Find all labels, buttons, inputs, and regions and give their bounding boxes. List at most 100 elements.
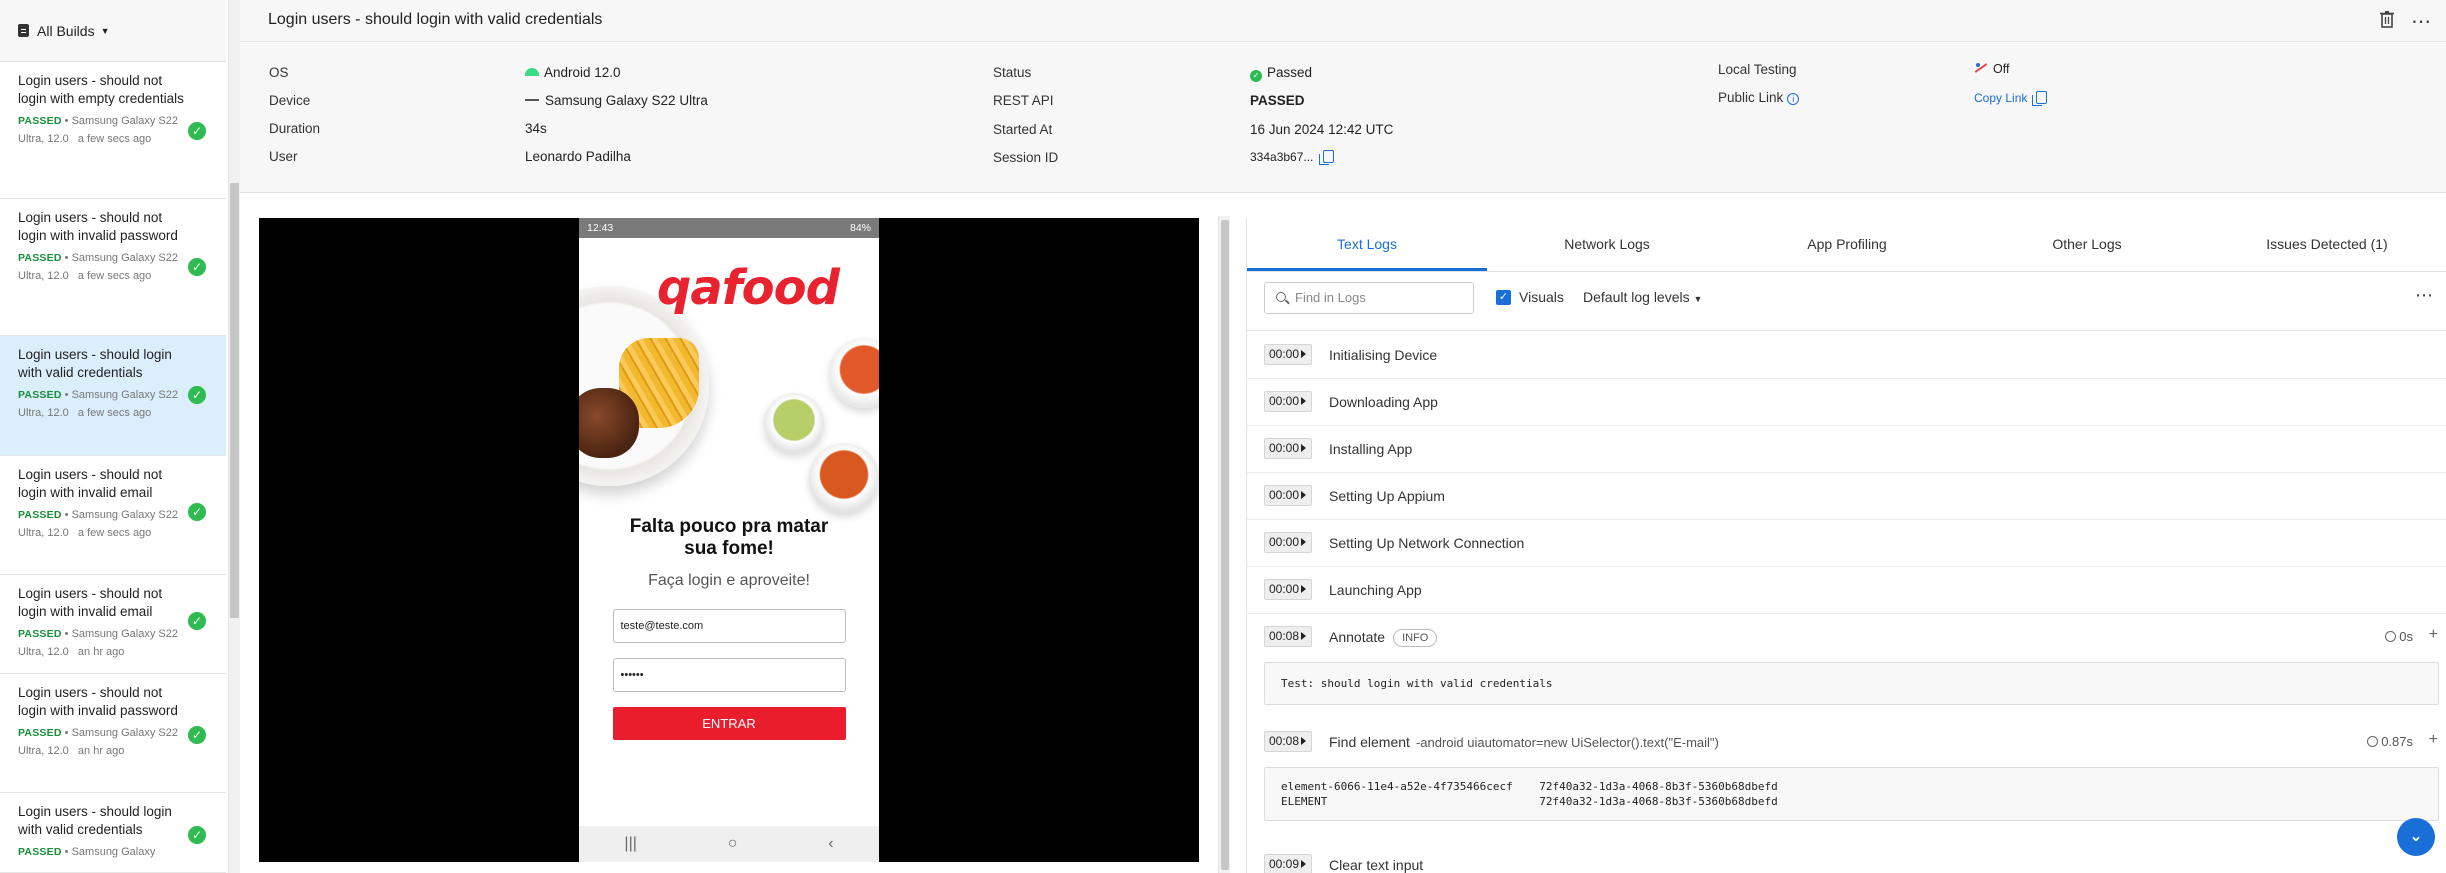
log-row[interactable]: 00:00 Launching App xyxy=(1247,567,2446,614)
video-scrollbar[interactable] xyxy=(1218,216,1230,873)
document-icon xyxy=(18,24,29,37)
video-scroll-thumb[interactable] xyxy=(1221,220,1229,870)
trash-icon[interactable] xyxy=(2379,10,2395,28)
passed-check-icon: ✓ xyxy=(188,258,206,276)
timestamp-button[interactable]: 00:00 xyxy=(1264,485,1312,506)
list-item[interactable]: Login users - should login with valid cr… xyxy=(0,793,226,873)
tab-app-profiling[interactable]: App Profiling xyxy=(1727,218,1967,271)
passed-check-icon: ✓ xyxy=(188,386,206,404)
log-text: Find element -android uiautomator=new UiS… xyxy=(1329,734,1719,750)
list-item[interactable]: Login users - should not login with inva… xyxy=(0,456,226,575)
scroll-to-bottom-button[interactable]: ⌄ xyxy=(2397,818,2435,856)
log-row[interactable]: 00:00 Setting Up Appium xyxy=(1247,473,2446,520)
log-text: Installing App xyxy=(1329,441,1413,457)
rest-api-value: PASSED xyxy=(1250,93,1305,108)
timestamp-button[interactable]: 00:09 xyxy=(1264,854,1312,873)
device-value-text: Samsung Galaxy S22 Ultra xyxy=(545,93,708,108)
timestamp-button[interactable]: 00:00 xyxy=(1264,344,1312,365)
status-badge: PASSED xyxy=(18,628,62,640)
duration: 0s xyxy=(2385,629,2413,644)
copy-link-button[interactable]: Copy Link xyxy=(1974,91,2048,106)
list-item[interactable]: Login users - should not login with inva… xyxy=(0,674,226,793)
timestamp-button[interactable]: 00:00 xyxy=(1264,579,1312,600)
log-row-find-element[interactable]: 00:08 Find element -android uiautomator=n… xyxy=(1247,719,2446,842)
timestamp-button[interactable]: 00:00 xyxy=(1264,532,1312,553)
timestamp-button[interactable]: 00:00 xyxy=(1264,391,1312,412)
list-item[interactable]: Login users - should not login with empt… xyxy=(0,62,226,199)
passed-check-icon: ✓ xyxy=(188,612,206,630)
back-icon[interactable]: ‹ xyxy=(828,835,833,853)
builds-filter[interactable]: All Builds ▼ xyxy=(0,0,226,62)
list-item[interactable]: Login users - should not login with inva… xyxy=(0,199,226,336)
list-item[interactable]: Login users - should not login with inva… xyxy=(0,575,226,674)
log-row[interactable]: 00:00 Downloading App xyxy=(1247,379,2446,426)
recents-icon[interactable]: ||| xyxy=(624,835,636,853)
password-field[interactable]: •••••• xyxy=(612,658,846,692)
session-details: OS Android 12.0 Device Samsung Galaxy S2… xyxy=(240,43,2446,193)
device-label: Device xyxy=(269,93,311,108)
tab-issues-detected[interactable]: Issues Detected (1) xyxy=(2207,218,2446,271)
tab-network-logs[interactable]: Network Logs xyxy=(1487,218,1727,271)
device-status-bar: 12:43 84% xyxy=(579,218,879,238)
log-text: Setting Up Appium xyxy=(1329,488,1445,504)
timestamp-button[interactable]: 00:08 xyxy=(1264,731,1312,752)
search-input[interactable]: Find in Logs xyxy=(1264,282,1474,314)
sidebar: All Builds ▼ Login users - should not lo… xyxy=(0,0,240,873)
expand-icon[interactable]: + xyxy=(2429,626,2438,644)
find-element-label: Find element xyxy=(1329,734,1410,750)
email-field[interactable]: teste@teste.com xyxy=(612,609,846,643)
visuals-checkbox[interactable]: ✓ xyxy=(1496,290,1511,305)
app-headline: Falta pouco pra matar sua fome! xyxy=(629,516,829,559)
list-item[interactable]: Login users - should login with valid cr… xyxy=(0,336,226,456)
log-text: Initialising Device xyxy=(1329,347,1438,363)
more-options-icon[interactable]: ⋯ xyxy=(2411,9,2432,34)
local-testing-icon xyxy=(1974,62,1988,74)
clock-icon xyxy=(2385,631,2397,642)
log-levels-dropdown[interactable]: Default log levels ▼ xyxy=(1583,289,1702,305)
more-options-icon[interactable]: ⋯ xyxy=(2415,285,2433,306)
tab-other-logs[interactable]: Other Logs xyxy=(1967,218,2207,271)
duration-label: Duration xyxy=(269,121,321,136)
sidebar-scroll-thumb[interactable] xyxy=(230,183,239,618)
copy-icon[interactable] xyxy=(1319,150,1335,165)
expand-icon[interactable]: + xyxy=(2429,731,2438,749)
local-testing-label: Local Testing xyxy=(1718,62,1797,77)
session-id-text: 334a3b67... xyxy=(1250,150,1314,164)
session-time: an hr ago xyxy=(77,646,125,658)
log-text: Launching App xyxy=(1329,582,1422,598)
duration-text: 0s xyxy=(2399,629,2413,644)
log-levels-label: Default log levels xyxy=(1583,289,1690,305)
log-row-annotate[interactable]: 00:08 Annotate INFO 0s + Test: should log… xyxy=(1247,614,2446,719)
status-badge: PASSED xyxy=(18,115,62,127)
android-nav-bar: ||| ○ ‹ xyxy=(579,826,879,862)
status-label: Status xyxy=(993,65,1032,80)
home-icon[interactable]: ○ xyxy=(728,835,738,853)
session-time: a few secs ago xyxy=(77,270,152,282)
local-testing-text: Off xyxy=(1993,62,2010,76)
timestamp-button[interactable]: 00:00 xyxy=(1264,438,1312,459)
log-detail-line: element-6066-11e4-a52e-4f735466cecf 72f4… xyxy=(1281,780,1778,793)
session-title: Login users - should login with valid cr… xyxy=(18,804,172,837)
log-row[interactable]: 00:00 Installing App xyxy=(1247,426,2446,473)
page-title: Login users - should login with valid cr… xyxy=(268,11,603,28)
tab-text-logs[interactable]: Text Logs xyxy=(1247,218,1487,271)
search-placeholder: Find in Logs xyxy=(1295,290,1366,305)
rest-api-label: REST API xyxy=(993,93,1054,108)
caret-down-icon: ▼ xyxy=(1693,294,1703,304)
login-button[interactable]: ENTRAR xyxy=(612,707,846,740)
log-row[interactable]: 00:00 Setting Up Network Connection xyxy=(1247,520,2446,567)
bowl-image xyxy=(829,338,879,408)
clock-icon xyxy=(2367,736,2379,747)
passed-check-icon: ✓ xyxy=(188,826,206,844)
sidebar-scrollbar[interactable] xyxy=(228,0,240,873)
bowl-image xyxy=(809,443,879,513)
log-row[interactable]: 00:00 Initialising Device xyxy=(1247,332,2446,379)
steak-image xyxy=(579,388,639,458)
builds-filter-label: All Builds xyxy=(37,22,95,39)
info-icon[interactable]: i xyxy=(1787,93,1800,105)
session-time: a few secs ago xyxy=(77,407,152,419)
session-title: Login users - should not login with inva… xyxy=(18,210,178,243)
timestamp-button[interactable]: 00:08 xyxy=(1264,626,1312,647)
log-row[interactable]: 00:09 Clear text input xyxy=(1247,842,2446,873)
status-value-text: Passed xyxy=(1267,65,1313,80)
